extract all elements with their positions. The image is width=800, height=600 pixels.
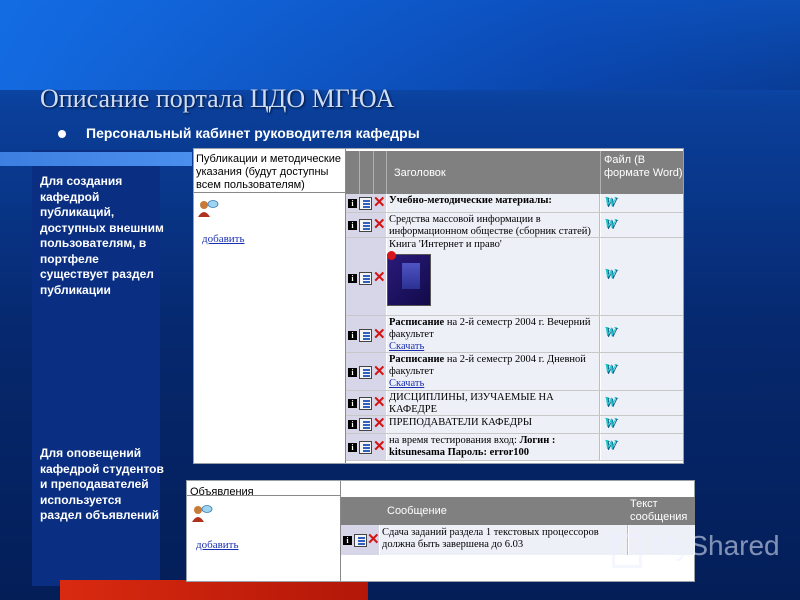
row-title-bold: Расписание: [389, 354, 445, 365]
bullet-icon: [58, 130, 66, 138]
watermark-text: MyShared: [652, 530, 780, 561]
table-row: i ✕ Учебно-методические материалы: W: [346, 194, 683, 213]
info-icon[interactable]: i: [348, 221, 357, 230]
info-icon[interactable]: i: [343, 536, 352, 545]
announcement-text: Сдача заданий раздела 1 текстовых процес…: [380, 525, 628, 555]
publications-panel: Публикации и методические указания (буду…: [193, 148, 684, 464]
watermark-icon: [612, 534, 642, 568]
announcements-section-title: Объявления: [187, 481, 340, 498]
table-row: i ✕ на время тестирования вход: Логин : …: [346, 434, 683, 461]
row-title: ПРЕПОДАВАТЕЛИ КАФЕДРЫ: [387, 416, 600, 433]
announcements-header-row: Сообщение Текст сообщения: [341, 497, 695, 525]
edit-icon[interactable]: [354, 534, 367, 547]
info-icon[interactable]: i: [348, 443, 357, 452]
column-header-file: Файл (В формате Word): [604, 154, 683, 179]
word-file-icon[interactable]: W: [604, 268, 616, 282]
word-file-icon[interactable]: W: [604, 196, 616, 210]
row-title: Средства массовой информации в информаци…: [387, 213, 600, 237]
delete-icon[interactable]: ✕: [373, 395, 386, 410]
row-title-bold: Учебно-методические материалы:: [389, 195, 552, 206]
word-file-icon[interactable]: W: [604, 326, 616, 340]
word-file-icon[interactable]: W: [604, 396, 616, 410]
info-icon[interactable]: i: [348, 331, 357, 340]
delete-icon[interactable]: ✕: [373, 439, 386, 454]
table-row: i ✕ Средства массовой информации в инфор…: [346, 213, 683, 238]
user-avatar-icon: [197, 198, 219, 218]
column-header-message: Сообщение: [387, 505, 447, 517]
info-icon[interactable]: i: [348, 199, 357, 208]
edit-icon[interactable]: [359, 272, 372, 285]
side-text-publications: Для создания кафедрой публикаций, доступ…: [40, 174, 164, 297]
background-glow: [0, 0, 800, 90]
row-title: на время тестирования вход:: [389, 435, 520, 446]
edit-icon[interactable]: [359, 418, 372, 431]
left-band-accent: [0, 152, 192, 166]
bottom-accent-bar: [60, 580, 368, 600]
download-link[interactable]: Скачать: [389, 341, 424, 352]
word-file-icon[interactable]: W: [604, 439, 616, 453]
info-icon[interactable]: i: [348, 399, 357, 408]
word-file-icon[interactable]: W: [604, 417, 616, 431]
edit-icon[interactable]: [359, 329, 372, 342]
edit-icon[interactable]: [359, 366, 372, 379]
publications-section-title: Публикации и методические указания (буду…: [194, 149, 345, 193]
info-icon[interactable]: i: [348, 420, 357, 429]
row-title: ДИСЦИПЛИНЫ, ИЗУЧАЕМЫЕ НА КАФЕДРЕ: [387, 391, 600, 415]
word-file-icon[interactable]: W: [604, 363, 616, 377]
table-row: i ✕ ДИСЦИПЛИНЫ, ИЗУЧАЕМЫЕ НА КАФЕДРЕ W: [346, 391, 683, 416]
column-header-text: Текст сообщения: [630, 498, 688, 523]
info-icon[interactable]: i: [348, 274, 357, 283]
slide-title: Описание портала ЦДО МГЮА: [40, 84, 395, 113]
delete-icon[interactable]: ✕: [367, 532, 380, 547]
edit-icon[interactable]: [359, 397, 372, 410]
delete-icon[interactable]: ✕: [373, 270, 386, 285]
edit-icon[interactable]: [359, 441, 372, 454]
user-avatar-icon: [191, 503, 213, 523]
table-row: i ✕ Расписание на 2-й семестр 2004 г. Ве…: [346, 316, 683, 353]
announcements-add-link[interactable]: добавить: [196, 539, 238, 551]
word-file-icon[interactable]: W: [604, 218, 616, 232]
delete-icon[interactable]: ✕: [373, 195, 386, 210]
edit-icon[interactable]: [359, 197, 372, 210]
download-link[interactable]: Скачать: [389, 378, 424, 389]
delete-icon[interactable]: ✕: [373, 364, 386, 379]
book-cover-image[interactable]: [387, 254, 431, 306]
side-text-announcements: Для оповещений кафедрой студентов и преп…: [40, 446, 164, 522]
info-icon[interactable]: i: [348, 368, 357, 377]
row-title-bold: Расписание: [389, 317, 445, 328]
publications-left-column: Публикации и методические указания (буду…: [194, 149, 346, 463]
column-header-title: Заголовок: [394, 167, 446, 179]
delete-icon[interactable]: ✕: [373, 217, 386, 232]
delete-icon[interactable]: ✕: [373, 416, 386, 431]
table-row: i ✕ Расписание на 2-й семестр 2004 г. Дн…: [346, 353, 683, 391]
edit-icon[interactable]: [359, 219, 372, 232]
publications-add-link[interactable]: добавить: [202, 233, 244, 245]
new-marker-icon: [387, 251, 396, 260]
slide-subtitle: Персональный кабинет руководителя кафедр…: [86, 125, 420, 141]
announcements-left-column: Объявления добавить: [187, 481, 341, 581]
publications-header-row: Заголовок Файл (В формате Word): [346, 151, 683, 194]
table-row: i ✕ ПРЕПОДАВАТЕЛИ КАФЕДРЫ W: [346, 416, 683, 434]
delete-icon[interactable]: ✕: [373, 327, 386, 342]
